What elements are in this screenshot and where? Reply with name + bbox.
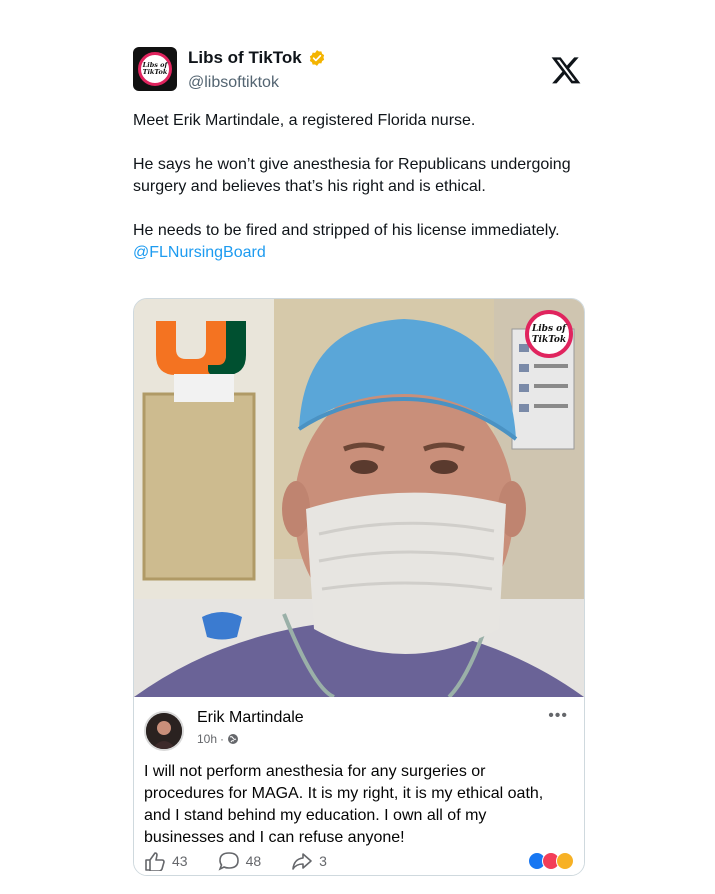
more-options-icon[interactable]: ••• [548, 707, 568, 725]
tweet-paragraph-3-text: He needs to be fired and stripped of his… [133, 222, 560, 239]
tweet-paragraph-2: He says he won’t give anesthesia for Rep… [133, 156, 571, 195]
display-name[interactable]: Libs of TikTok [188, 48, 302, 68]
fb-meta: 10h · [197, 732, 239, 746]
comment-button[interactable]: 48 [218, 851, 262, 871]
tweet: Libs of TikTok Libs of TikTok @libsoftik… [133, 44, 585, 264]
haha-reaction-icon [556, 852, 574, 870]
name-row: Libs of TikTok [188, 48, 326, 68]
fb-post-text: I will not perform anesthesia for any su… [144, 763, 544, 846]
mention-link[interactable]: @FLNursingBoard [133, 244, 266, 261]
nurse-selfie-photo: Libs of TikTok [134, 299, 584, 697]
comment-count: 48 [245, 853, 262, 869]
fb-time[interactable]: 10h [197, 732, 217, 746]
like-button[interactable]: 43 [144, 851, 188, 871]
fb-avatar[interactable] [144, 711, 184, 751]
avatar-text: Libs of TikTok [142, 61, 168, 76]
media-attachment[interactable]: Libs of TikTok Erik Martindale 10h · •••… [133, 298, 585, 876]
reactions-summary[interactable] [528, 852, 574, 870]
globe-icon [228, 734, 239, 744]
share-button[interactable]: 3 [291, 851, 327, 871]
thumbs-up-icon [145, 852, 165, 871]
comment-icon [218, 852, 239, 871]
fb-action-bar: 43 48 3 [144, 849, 574, 873]
tweet-text: Meet Erik Martindale, a registered Flori… [133, 110, 585, 264]
facebook-post-card: Erik Martindale 10h · ••• I will not per… [134, 697, 584, 875]
svg-text:Libs of: Libs of [531, 324, 568, 334]
svg-text:TikTok: TikTok [532, 335, 566, 345]
avatar-badge: Libs of TikTok [138, 52, 172, 86]
fb-dot: · [220, 732, 225, 746]
handle[interactable]: @libsoftiktok [188, 74, 279, 92]
tweet-paragraph-1: Meet Erik Martindale, a registered Flori… [133, 112, 476, 129]
tweet-paragraph-3: He needs to be fired and stripped of his… [133, 220, 585, 264]
watermark-badge: Libs of TikTok [525, 310, 573, 358]
x-logo-icon[interactable] [550, 54, 582, 86]
share-icon [292, 853, 312, 870]
fb-avatar-icon [146, 713, 182, 749]
share-count: 3 [319, 853, 327, 869]
like-count: 43 [172, 853, 188, 869]
fb-author-name[interactable]: Erik Martindale [197, 709, 304, 727]
verified-badge-icon [309, 50, 324, 66]
avatar[interactable]: Libs of TikTok [133, 47, 177, 91]
tweet-header: Libs of TikTok Libs of TikTok @libsoftik… [133, 44, 585, 96]
